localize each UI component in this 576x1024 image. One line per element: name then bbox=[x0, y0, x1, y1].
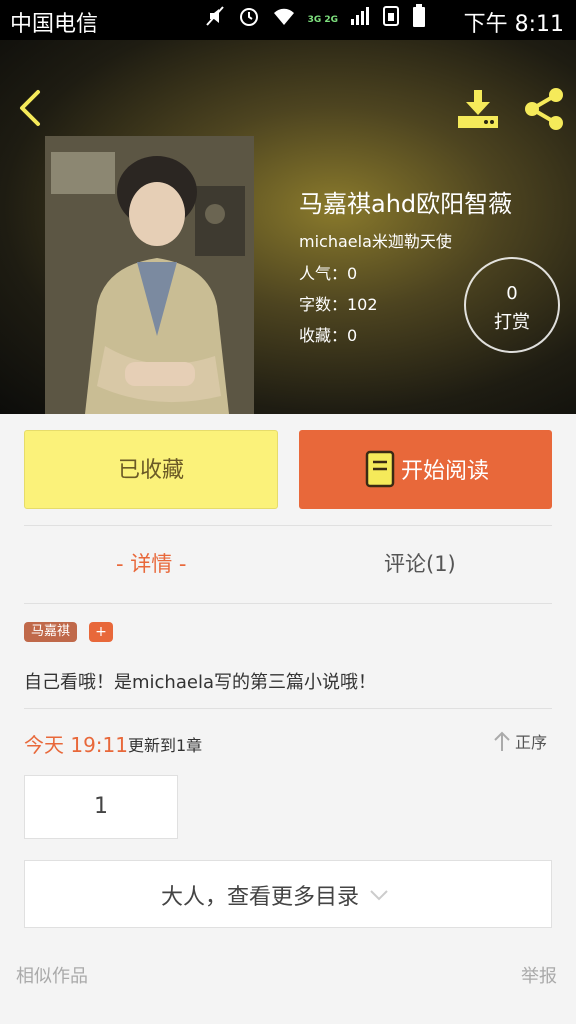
add-tag-button[interactable]: + bbox=[89, 622, 113, 642]
collected-button[interactable]: 已收藏 bbox=[24, 430, 278, 509]
divider bbox=[24, 525, 552, 526]
update-status: 更新到1章 bbox=[128, 736, 203, 755]
sim-icon bbox=[382, 5, 400, 36]
share-icon bbox=[525, 88, 563, 130]
book-introduction: 自己看哦！是michaela写的第三篇小说哦！ bbox=[24, 672, 376, 693]
tab-comments[interactable]: 评论(1) bbox=[384, 548, 456, 578]
status-bar: 中国电信 3G 2G 下午 8:11 bbox=[0, 0, 576, 40]
book-header: 马嘉祺ahd欧阳智薇 michaela米迦勒天使 人气：0 字数：102 收藏：… bbox=[0, 40, 576, 414]
sort-order-button[interactable]: 正序 bbox=[493, 729, 547, 753]
mute-icon bbox=[204, 5, 226, 36]
more-catalog-label: 大人，查看更多目录 bbox=[161, 885, 360, 910]
carrier-name: 中国电信 bbox=[10, 12, 99, 37]
start-reading-button[interactable]: 开始阅读 bbox=[299, 430, 552, 509]
chevron-down-icon bbox=[370, 890, 388, 901]
tab-details[interactable]: - 详情 - bbox=[116, 548, 187, 578]
word-count-stat: 字数：102 bbox=[299, 295, 378, 314]
chapter-button[interactable]: 1 bbox=[24, 775, 178, 839]
signal-icon bbox=[350, 5, 370, 36]
divider bbox=[24, 603, 552, 604]
book-title: 马嘉祺ahd欧阳智薇 bbox=[299, 190, 513, 218]
battery-icon bbox=[412, 3, 426, 37]
wifi-icon bbox=[272, 5, 296, 36]
sort-order-label: 正序 bbox=[515, 733, 548, 752]
book-cover-image[interactable] bbox=[45, 136, 254, 414]
popularity-stat: 人气：0 bbox=[299, 264, 358, 283]
favorites-stat: 收藏：0 bbox=[299, 326, 358, 345]
share-button[interactable] bbox=[520, 86, 568, 132]
download-button[interactable] bbox=[456, 88, 500, 130]
more-catalog-button[interactable]: 大人，查看更多目录 bbox=[24, 860, 552, 928]
report-button[interactable]: 举报 bbox=[521, 962, 557, 988]
tag-item[interactable]: 马嘉祺 bbox=[24, 622, 78, 642]
alarm-icon bbox=[238, 5, 260, 36]
similar-works-label: 相似作品 bbox=[16, 966, 88, 987]
divider bbox=[24, 708, 552, 709]
status-icons: 3G 2G bbox=[204, 3, 426, 37]
tip-button[interactable]: 0 打赏 bbox=[464, 257, 560, 353]
book-icon bbox=[365, 450, 395, 488]
book-author[interactable]: michaela米迦勒天使 bbox=[299, 228, 452, 252]
clock: 下午 8:11 bbox=[463, 12, 564, 37]
tip-count: 0 bbox=[506, 283, 518, 304]
update-time: 今天 19:11 bbox=[24, 733, 128, 757]
back-icon bbox=[20, 90, 40, 126]
download-icon bbox=[458, 90, 498, 128]
start-reading-label: 开始阅读 bbox=[401, 459, 490, 484]
network-type-label: 3G 2G bbox=[307, 15, 338, 25]
arrow-up-icon bbox=[494, 731, 510, 751]
back-button[interactable] bbox=[14, 86, 50, 130]
tip-label: 打赏 bbox=[494, 312, 530, 333]
